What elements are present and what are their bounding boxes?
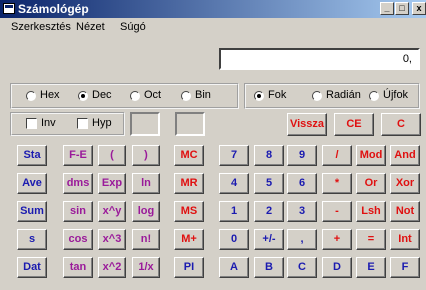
- backspace-button[interactable]: Vissza: [287, 113, 327, 136]
- int-button[interactable]: Int: [390, 229, 420, 250]
- equals-button[interactable]: =: [356, 229, 386, 250]
- dms-button[interactable]: dms: [63, 173, 93, 194]
- menu-edit[interactable]: Szerkesztés: [11, 21, 71, 33]
- s-button[interactable]: s: [17, 229, 47, 250]
- ln-button[interactable]: ln: [132, 173, 160, 194]
- hex-c-button[interactable]: C: [287, 257, 317, 278]
- sta-button[interactable]: Sta: [17, 145, 47, 166]
- hex-e-button[interactable]: E: [356, 257, 386, 278]
- factorial-button[interactable]: n!: [132, 229, 160, 250]
- digit-5-button[interactable]: 5: [254, 173, 284, 194]
- cos-button[interactable]: cos: [63, 229, 93, 250]
- hyp-label[interactable]: Hyp: [92, 117, 112, 129]
- close-button[interactable]: x: [412, 2, 426, 15]
- gradians-label[interactable]: Újfok: [383, 89, 408, 101]
- subtract-button[interactable]: -: [322, 201, 352, 222]
- inv-label[interactable]: Inv: [41, 117, 56, 129]
- digit-4-button[interactable]: 4: [219, 173, 249, 194]
- x-squared-button[interactable]: x^2: [98, 257, 126, 278]
- clear-button[interactable]: C: [381, 113, 421, 136]
- m-plus-button[interactable]: M+: [174, 229, 204, 250]
- divide-button[interactable]: /: [322, 145, 352, 166]
- mc-button[interactable]: MC: [174, 145, 204, 166]
- lsh-button[interactable]: Lsh: [356, 201, 386, 222]
- digit-6-button[interactable]: 6: [287, 173, 317, 194]
- exp-button[interactable]: Exp: [98, 173, 126, 194]
- log-button[interactable]: log: [132, 201, 160, 222]
- add-button[interactable]: +: [322, 229, 352, 250]
- display-value: 0,: [402, 53, 412, 65]
- digit-3-button[interactable]: 3: [287, 201, 317, 222]
- ave-button[interactable]: Ave: [17, 173, 47, 194]
- not-button[interactable]: Not: [390, 201, 420, 222]
- close-paren-button[interactable]: ): [132, 145, 160, 166]
- mr-button[interactable]: MR: [174, 173, 204, 194]
- parenthesis-indicator: [175, 112, 205, 136]
- dec-label[interactable]: Dec: [92, 89, 112, 101]
- mod-button[interactable]: Mod: [356, 145, 386, 166]
- and-button[interactable]: And: [390, 145, 420, 166]
- reciprocal-button[interactable]: 1/x: [132, 257, 160, 278]
- multiply-button[interactable]: *: [322, 173, 352, 194]
- x-cubed-button[interactable]: x^3: [98, 229, 126, 250]
- open-paren-button[interactable]: (: [98, 145, 126, 166]
- minimize-button[interactable]: _: [380, 2, 394, 15]
- digit-9-button[interactable]: 9: [287, 145, 317, 166]
- radians-label[interactable]: Radián: [326, 89, 361, 101]
- digit-8-button[interactable]: 8: [254, 145, 284, 166]
- result-display: 0,: [219, 48, 420, 70]
- clear-entry-button[interactable]: CE: [334, 113, 374, 136]
- digit-2-button[interactable]: 2: [254, 201, 284, 222]
- inv-checkbox[interactable]: [26, 118, 37, 129]
- oct-label[interactable]: Oct: [144, 89, 161, 101]
- bin-radio[interactable]: [181, 91, 191, 101]
- hex-a-button[interactable]: A: [219, 257, 249, 278]
- digit-1-button[interactable]: 1: [219, 201, 249, 222]
- menu-help[interactable]: Súgó: [120, 21, 146, 33]
- maximize-button[interactable]: □: [395, 2, 409, 15]
- fe-button[interactable]: F-E: [63, 145, 93, 166]
- degrees-radio[interactable]: [254, 91, 264, 101]
- hex-label[interactable]: Hex: [40, 89, 60, 101]
- sin-button[interactable]: sin: [63, 201, 93, 222]
- xor-button[interactable]: Xor: [390, 173, 420, 194]
- calculator-app-icon: [3, 3, 15, 14]
- hex-f-button[interactable]: F: [390, 257, 420, 278]
- gradians-radio[interactable]: [369, 91, 379, 101]
- hyp-checkbox[interactable]: [77, 118, 88, 129]
- digit-7-button[interactable]: 7: [219, 145, 249, 166]
- decimal-separator-button[interactable]: ,: [287, 229, 317, 250]
- radians-radio[interactable]: [312, 91, 322, 101]
- ms-button[interactable]: MS: [174, 201, 204, 222]
- negate-button[interactable]: +/-: [254, 229, 284, 250]
- dec-radio[interactable]: [78, 91, 88, 101]
- memory-indicator: [130, 112, 160, 136]
- hex-b-button[interactable]: B: [254, 257, 284, 278]
- or-button[interactable]: Or: [356, 173, 386, 194]
- title-bar[interactable]: Számológép _ □ x: [0, 0, 426, 18]
- degrees-label[interactable]: Fok: [268, 89, 286, 101]
- oct-radio[interactable]: [130, 91, 140, 101]
- x-pow-y-button[interactable]: x^y: [98, 201, 126, 222]
- hex-d-button[interactable]: D: [322, 257, 352, 278]
- dat-button[interactable]: Dat: [17, 257, 47, 278]
- pi-button[interactable]: PI: [174, 257, 204, 278]
- menu-view[interactable]: Nézet: [76, 21, 105, 33]
- digit-0-button[interactable]: 0: [219, 229, 249, 250]
- sum-button[interactable]: Sum: [17, 201, 47, 222]
- hex-radio[interactable]: [26, 91, 36, 101]
- window-title: Számológép: [18, 2, 89, 16]
- tan-button[interactable]: tan: [63, 257, 93, 278]
- bin-label[interactable]: Bin: [195, 89, 211, 101]
